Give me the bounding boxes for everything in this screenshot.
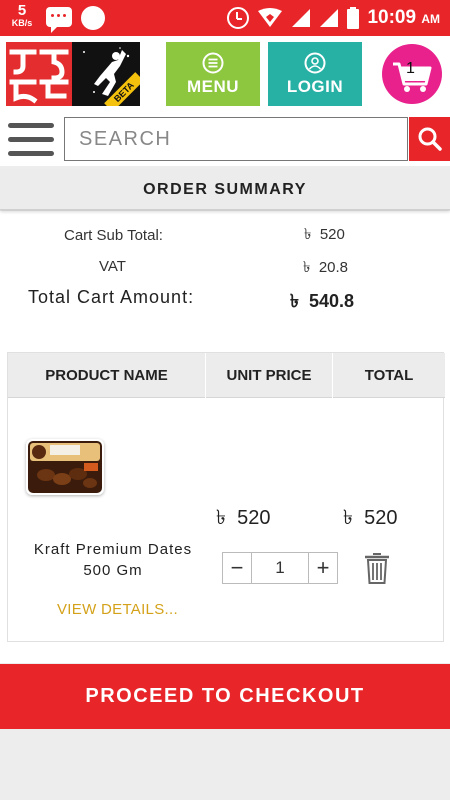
vat-value: ৳ 20.8: [303, 256, 348, 281]
subtotal-label: Cart Sub Total:: [64, 227, 163, 244]
total-cart-amount-value: ৳ 540.8: [290, 287, 354, 318]
currency-symbol: ৳: [303, 259, 311, 276]
total-amount: 540.8: [308, 291, 355, 311]
proceed-to-checkout-button[interactable]: PROCEED TO CHECKOUT: [0, 664, 450, 729]
cart-button[interactable]: 1: [382, 44, 442, 104]
notification-dot-icon: [81, 6, 105, 30]
column-header-total: TOTAL: [333, 353, 445, 398]
currency-symbol: ৳: [290, 291, 299, 311]
currency-symbol: ৳: [304, 226, 312, 243]
product-name: Kraft Premium Dates 500 Gm: [8, 539, 218, 581]
menu-icon: [202, 52, 224, 73]
menu-button[interactable]: MENU: [166, 42, 260, 106]
column-header-unit-price: UNIT PRICE: [206, 353, 332, 398]
quantity-input[interactable]: [252, 553, 308, 583]
order-summary-title: ORDER SUMMARY: [143, 180, 307, 198]
clock: 10:09 AM: [367, 7, 440, 29]
signal-strength-2-icon: [320, 9, 339, 27]
search-icon: [418, 127, 442, 151]
unit-price: ৳ 520: [216, 503, 270, 536]
checkout-button-label: PROCEED TO CHECKOUT: [85, 685, 365, 707]
subtotal-amount: 520: [319, 226, 345, 243]
subtotal-value: ৳ 520: [304, 223, 345, 248]
battery-icon: [347, 7, 360, 29]
product-name-line-2: 500 Gm: [83, 562, 143, 579]
unit-price-amount: 520: [237, 507, 271, 529]
view-details-link[interactable]: VIEW DETAILS...: [57, 601, 178, 618]
clock-time: 10:09: [367, 7, 417, 28]
cart-count-badge: 1: [406, 60, 415, 77]
search-bar: [0, 112, 450, 166]
signal-strength-icon: [292, 9, 311, 27]
clock-ampm: AM: [421, 12, 440, 26]
network-speed-value: 5: [17, 2, 27, 19]
app-header: BETA MENU LOGIN 1: [0, 36, 450, 112]
menu-button-label: MENU: [186, 76, 240, 96]
product-image[interactable]: [26, 439, 104, 495]
row-total: ৳ 520: [343, 503, 397, 536]
network-speed-unit: KB/s: [11, 18, 33, 28]
product-name-line-1: Kraft Premium Dates: [33, 541, 193, 558]
currency-symbol: ৳: [343, 507, 353, 529]
trash-icon: [365, 553, 389, 584]
user-icon: [304, 52, 326, 73]
alarm-icon: [227, 7, 250, 29]
currency-symbol: ৳: [216, 507, 226, 529]
row-total-amount: 520: [364, 507, 398, 529]
logo-figure-mark: BETA: [72, 42, 140, 106]
chat-notification-icon: [46, 7, 72, 33]
search-button[interactable]: [409, 117, 450, 161]
network-speed: 5 KB/s: [9, 3, 35, 28]
delete-item-button[interactable]: [363, 551, 391, 585]
order-summary-header: ORDER SUMMARY: [0, 170, 450, 210]
column-header-product-name: PRODUCT NAME: [8, 353, 205, 398]
search-input[interactable]: [64, 117, 408, 161]
total-cart-amount-label: Total Cart Amount:: [28, 287, 195, 307]
vat-amount: 20.8: [318, 259, 349, 276]
logo-glyph-mark: [6, 42, 72, 106]
page-footer-space: [0, 729, 450, 800]
logo[interactable]: BETA: [6, 42, 140, 106]
decrease-quantity-button[interactable]: −: [223, 553, 252, 583]
quantity-stepper: − +: [222, 552, 338, 584]
plus-icon: +: [316, 555, 330, 580]
login-button-label: LOGIN: [286, 76, 344, 96]
login-button[interactable]: LOGIN: [268, 42, 362, 106]
cart-table: PRODUCT NAME UNIT PRICE TOTAL Kraft Prem…: [7, 352, 445, 642]
increase-quantity-button[interactable]: +: [308, 553, 337, 583]
vat-label: VAT: [99, 258, 126, 275]
wifi-icon: [258, 8, 283, 27]
minus-icon: −: [230, 555, 244, 580]
status-bar: 5 KB/s 10:09 AM: [0, 0, 450, 36]
hamburger-menu-icon[interactable]: [8, 119, 54, 159]
